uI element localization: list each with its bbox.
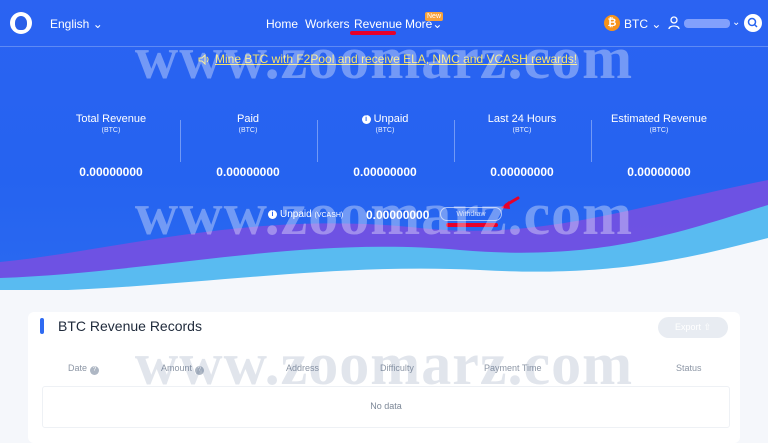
currency-selector[interactable]: BTC ⌄ bbox=[624, 17, 661, 31]
top-navigation: English ⌄ Home Workers Revenue More⌄ New… bbox=[0, 0, 768, 46]
stat-value: 0.00000000 bbox=[79, 165, 143, 179]
stat-title: Unpaid bbox=[373, 113, 409, 125]
stat-unit: (BTC) bbox=[238, 127, 258, 134]
column-address: Address bbox=[286, 363, 320, 373]
stat-unit: (BTC) bbox=[101, 127, 121, 134]
help-icon[interactable]: ? bbox=[90, 366, 100, 375]
empty-table: No data bbox=[42, 386, 730, 428]
stat-unit: (BTC) bbox=[512, 127, 532, 134]
stat-last-24-hours: Last 24 Hours (BTC) 0.00000000 bbox=[454, 112, 590, 179]
column-payment-time: Payment Time bbox=[484, 363, 542, 373]
chevron-down-icon: ⌄ bbox=[92, 17, 103, 31]
stat-title: Paid bbox=[236, 113, 260, 125]
stat-value: 0.00000000 bbox=[216, 165, 280, 179]
bitcoin-icon: ₿ bbox=[604, 15, 620, 31]
stat-title: Estimated Revenue bbox=[611, 113, 707, 125]
revenue-highlight bbox=[350, 31, 396, 35]
column-amount: Amount? bbox=[161, 363, 205, 375]
column-status: Status bbox=[676, 363, 702, 373]
stat-estimated-revenue: Estimated Revenue (BTC) 0.00000000 bbox=[591, 112, 727, 179]
info-icon[interactable]: i bbox=[268, 210, 277, 219]
stat-value: 0.00000000 bbox=[490, 165, 554, 179]
stat-value: 0.00000000 bbox=[627, 165, 691, 179]
header-divider bbox=[0, 46, 768, 47]
stat-total-revenue: Total Revenue (BTC) 0.00000000 bbox=[43, 112, 179, 179]
section-accent bbox=[40, 318, 44, 334]
search-icon bbox=[747, 17, 758, 28]
empty-state-text: No data bbox=[370, 401, 402, 411]
red-arrow-icon bbox=[501, 196, 520, 209]
stat-value: 0.00000000 bbox=[353, 165, 417, 179]
announcement-link[interactable]: Mine BTC with F2Pool and receive ELA, NM… bbox=[215, 52, 577, 66]
column-date: Date? bbox=[68, 363, 100, 375]
stat-title: Last 24 Hours bbox=[487, 113, 557, 125]
withdraw-button[interactable]: Withdraw bbox=[440, 207, 502, 221]
logo-icon[interactable] bbox=[10, 12, 32, 34]
stat-unpaid: i Unpaid (BTC) 0.00000000 bbox=[317, 112, 453, 179]
stat-title: Total Revenue bbox=[75, 113, 147, 125]
search-button[interactable] bbox=[744, 14, 762, 32]
nav-revenue[interactable]: Revenue bbox=[354, 17, 402, 31]
info-icon[interactable]: i bbox=[361, 115, 371, 124]
new-badge: New bbox=[425, 12, 444, 21]
user-icon[interactable] bbox=[668, 16, 680, 30]
withdraw-highlight bbox=[446, 223, 498, 227]
records-title: BTC Revenue Records bbox=[58, 318, 202, 334]
export-button[interactable]: Export ⇧ bbox=[658, 317, 728, 338]
language-selector[interactable]: English ⌄ bbox=[50, 17, 103, 31]
column-difficulty: Difficulty bbox=[380, 363, 414, 373]
stat-unit: (BTC) bbox=[375, 127, 395, 134]
vcash-unpaid-value: 0.00000000 bbox=[366, 208, 430, 222]
export-icon: ⇧ bbox=[703, 322, 712, 332]
chevron-down-icon[interactable]: ⌄ bbox=[732, 17, 740, 28]
vcash-unpaid-label: i Unpaid (VCASH) bbox=[268, 209, 343, 220]
stat-paid: Paid (BTC) 0.00000000 bbox=[180, 112, 316, 179]
nav-workers[interactable]: Workers bbox=[305, 17, 349, 31]
speaker-icon bbox=[198, 54, 209, 65]
stat-unit: (BTC) bbox=[649, 127, 669, 134]
help-icon[interactable]: ? bbox=[195, 366, 205, 375]
account-name-blurred[interactable] bbox=[684, 19, 730, 28]
nav-home[interactable]: Home bbox=[266, 17, 298, 31]
